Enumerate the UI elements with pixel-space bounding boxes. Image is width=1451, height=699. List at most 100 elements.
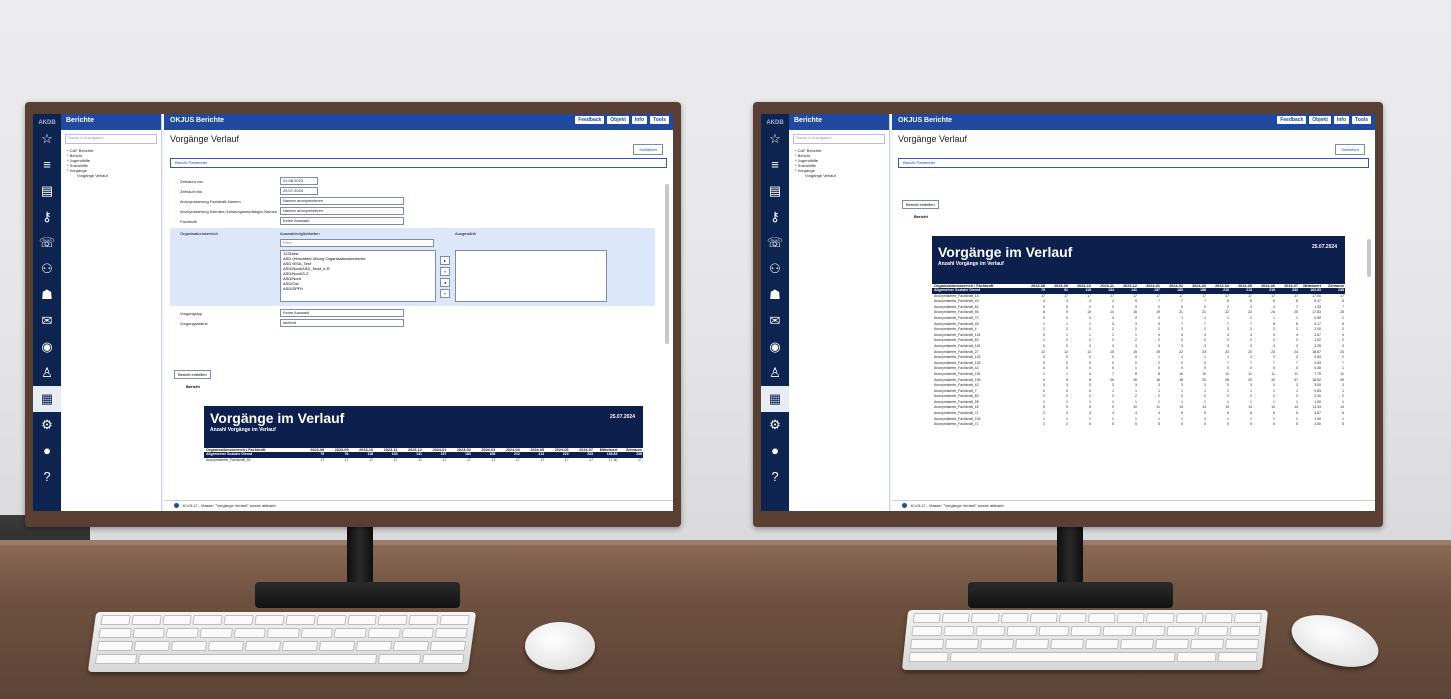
scrollbar[interactable] (1367, 239, 1371, 277)
globe-icon[interactable]: ◉ (761, 334, 789, 360)
nav-search-input[interactable]: Suche in Navigation (65, 134, 157, 144)
anonymize-staff-select[interactable]: Namen anonymisieren (280, 197, 404, 205)
status-select[interactable]: laufend (280, 319, 404, 327)
left-mouse (525, 622, 595, 670)
table-cell: 5 (1296, 422, 1298, 427)
feedback-button[interactable]: Feedback (575, 116, 605, 124)
left-keyboard (87, 612, 477, 672)
close-button[interactable]: Schließen (1335, 144, 1365, 155)
org-label: Organisationsbereich (180, 231, 218, 236)
move-all-right-icon[interactable]: » (440, 267, 450, 276)
left-monitor: AKDB ☆ ≡ ▤ ⚷ ☏ ⚇ ☗ ✉ ◉ ♙ ▦ ⚙ ● ? Bericht… (25, 102, 681, 527)
params-bar[interactable]: Bericht Parameter (898, 158, 1369, 168)
info-icon (902, 503, 907, 509)
tools-button[interactable]: Tools (1352, 116, 1371, 124)
info-button[interactable]: Info (631, 116, 648, 124)
star-icon[interactable]: ☆ (33, 126, 61, 152)
selected-label: Ausgewählt (455, 231, 476, 236)
form-row: Zeitraum bis 25.07.2024 (170, 186, 655, 196)
info-button[interactable]: Info (1333, 116, 1350, 124)
table-cell: 2 (1043, 422, 1045, 427)
org-options-list[interactable]: 1231test ASD (Hirschfeld Übung Organisat… (280, 250, 436, 302)
object-button[interactable]: Objekt (1309, 116, 1331, 124)
type-select[interactable]: Keine Auswahl (280, 309, 404, 317)
page-title: Vorgänge Verlauf (898, 134, 968, 144)
table-cell: 17 (589, 457, 594, 462)
star-icon[interactable]: ☆ (761, 126, 789, 152)
main-panel: OKJUS Berichte Feedback Objekt Info Tool… (164, 114, 673, 511)
table-cell: 17.00 (608, 457, 618, 462)
table-cell: 5 (1112, 422, 1114, 427)
table-cell: 17 (320, 457, 325, 462)
tree-item[interactable]: Vorgänge Verlauf (67, 173, 161, 178)
status-bar: 10:43:17 - Maske: "Vorgänge Verlauf" wur… (164, 500, 673, 511)
main-header: OKJUS Berichte Feedback Objekt Info Tool… (892, 114, 1375, 130)
move-left-icon[interactable]: ◂ (440, 278, 450, 287)
nav-tree: * CAF Berichte * Bericht * Jugendhilfe *… (61, 148, 161, 178)
tree-item[interactable]: Vorgänge Verlauf (795, 173, 889, 178)
people-icon[interactable]: ⚇ (761, 256, 789, 282)
field-label: Fachkraft (180, 218, 197, 224)
object-button[interactable]: Objekt (607, 116, 629, 124)
create-report-button[interactable]: Bericht erstellen (902, 200, 939, 209)
org-area: Organisationsbereich Auswahlmöglichkeite… (170, 228, 655, 306)
app-rail: AKDB ☆ ≡ ▤ ⚷ ☏ ⚇ ☗ ✉ ◉ ♙ ▦ ⚙ ● ? (33, 114, 61, 511)
field-label: Anonymisierung Klienten-/Leistungsempfän… (180, 208, 278, 214)
key-icon[interactable]: ⚷ (761, 204, 789, 230)
globe-icon[interactable]: ◉ (33, 334, 61, 360)
staff-select[interactable]: Keine Auswahl (280, 217, 404, 225)
date-to-input[interactable]: 25.07.2024 (280, 187, 318, 195)
tools-button[interactable]: Tools (650, 116, 669, 124)
nav-tree: * CAF Berichte * Bericht * Jugendhilfe *… (789, 148, 889, 178)
create-report-button[interactable]: Bericht erstellen (174, 370, 211, 379)
table-cell: 5 (1089, 422, 1091, 427)
phone-icon[interactable]: ☏ (33, 230, 61, 256)
user-icon[interactable]: ● (33, 438, 61, 464)
phone-icon[interactable]: ☏ (761, 230, 789, 256)
family-icon[interactable]: ☗ (761, 282, 789, 308)
table-cell: 2 (1066, 422, 1068, 427)
table-cell: 5 (1158, 422, 1160, 427)
form-row: Vorgangsstatus laufend (170, 318, 655, 328)
move-right-icon[interactable]: ▸ (440, 256, 450, 265)
key-icon[interactable]: ⚷ (33, 204, 61, 230)
document-icon[interactable]: ▦ (761, 386, 789, 412)
navigation-panel: Berichte Suche in Navigation * CAF Beric… (61, 114, 162, 511)
table-cell: 5 (1250, 422, 1252, 427)
settings-icon[interactable]: ⚙ (33, 412, 61, 438)
move-all-left-icon[interactable]: « (440, 289, 450, 298)
mail-icon[interactable]: ✉ (33, 308, 61, 334)
people-icon[interactable]: ⚇ (33, 256, 61, 282)
mail-icon[interactable]: ✉ (761, 308, 789, 334)
selected-list[interactable] (455, 250, 607, 302)
document-icon[interactable]: ▦ (33, 386, 61, 412)
user-icon[interactable]: ● (761, 438, 789, 464)
main-panel: OKJUS Berichte Feedback Objekt Info Tool… (892, 114, 1375, 511)
params-bar[interactable]: Bericht Parameter (170, 158, 667, 168)
report-icon[interactable]: ▤ (761, 178, 789, 204)
feedback-button[interactable]: Feedback (1277, 116, 1307, 124)
table-cell: 5 (1135, 422, 1137, 427)
person-icon[interactable]: ♙ (33, 360, 61, 386)
org-filter-input[interactable]: Filter (280, 239, 434, 247)
akdb-logo: AKDB (38, 120, 56, 126)
nav-search-input[interactable]: Suche in Navigation (793, 134, 885, 144)
close-button[interactable]: Schließen (633, 144, 663, 155)
report-icon[interactable]: ▤ (33, 178, 61, 204)
menu-icon[interactable]: ≡ (33, 152, 61, 178)
family-icon[interactable]: ☗ (33, 282, 61, 308)
question-icon[interactable]: ? (33, 464, 61, 490)
transfer-buttons: ▸ » ◂ « (440, 256, 450, 298)
list-item[interactable]: ASD/SPFH (283, 286, 435, 291)
question-icon[interactable]: ? (761, 464, 789, 490)
date-from-input[interactable]: 01.08.2023 (280, 177, 318, 185)
menu-icon[interactable]: ≡ (761, 152, 789, 178)
report-date: 25.07.2024 (1311, 244, 1337, 250)
table-cell: 5 (1227, 422, 1229, 427)
monitor-stand-neck (1057, 520, 1083, 590)
anonymize-client-select[interactable]: Namen anonymisieren (280, 207, 404, 215)
settings-icon[interactable]: ⚙ (761, 412, 789, 438)
navigation-panel: Berichte Suche in Navigation * CAF Beric… (789, 114, 890, 511)
scrollbar[interactable] (665, 184, 669, 344)
person-icon[interactable]: ♙ (761, 360, 789, 386)
